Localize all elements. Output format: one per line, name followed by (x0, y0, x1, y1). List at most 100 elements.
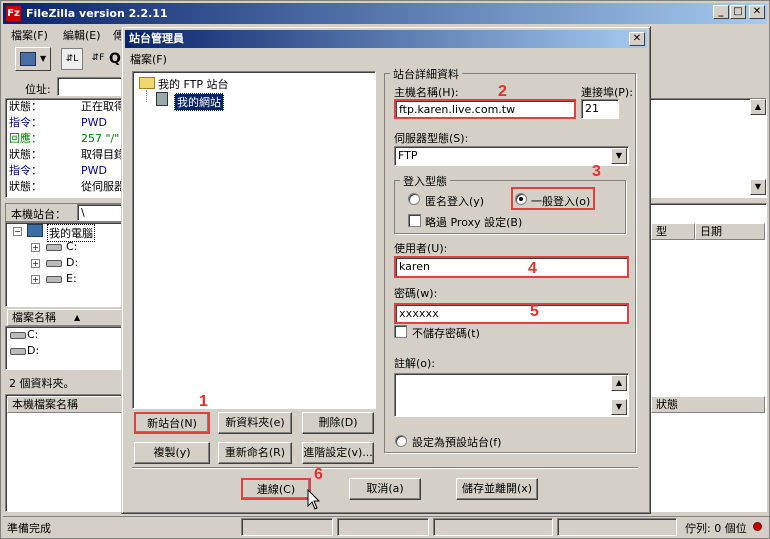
drive-icon (46, 244, 62, 251)
site-manager-dialog: 站台管理員 ✕ 檔案(F) 我的 FTP 站台 我的網站 新站台(N) 新資料夾… (121, 26, 651, 514)
log-scroll-down[interactable]: ▼ (750, 179, 766, 195)
cancel-button[interactable]: 取消(a) (349, 478, 421, 500)
log-row: 指令： PWD (9, 163, 107, 179)
dropdown-arrow-icon: ▼ (40, 54, 47, 63)
file-row[interactable]: C: (27, 328, 38, 341)
file-name-col: 檔案名稱 (12, 311, 56, 324)
queue-status-header[interactable]: 狀態 (651, 396, 765, 413)
connection-indicator-icon (753, 522, 762, 531)
log-row: 指令： PWD (9, 115, 107, 131)
remote-panel-right (649, 203, 767, 512)
log-value: 正在取得 (81, 100, 125, 113)
tree-expand-icon[interactable]: + (31, 243, 40, 252)
bypass-proxy-label[interactable]: 略過 Proxy 設定(B) (425, 214, 522, 230)
local-path-input[interactable]: \ (77, 204, 125, 221)
rename-button[interactable]: 重新命名(R) (218, 442, 292, 464)
anonymous-radio[interactable] (408, 193, 420, 205)
chevron-down-icon[interactable]: ▼ (611, 148, 627, 164)
annotation-6: 6 (314, 466, 323, 483)
new-site-button[interactable]: 新站台(N) (134, 412, 210, 434)
comment-label: 註解(o): (394, 357, 436, 370)
dialog-titlebar: 站台管理員 (125, 30, 647, 48)
comment-scroll-up[interactable]: ▲ (611, 375, 627, 391)
annotation-3: 3 (592, 163, 601, 180)
status-cell-1 (241, 518, 333, 536)
host-label: 主機名稱(H): (394, 86, 459, 99)
copy-button[interactable]: 複製(y) (134, 442, 210, 464)
no-save-password-checkbox[interactable] (394, 325, 407, 338)
normal-login-radio[interactable] (515, 193, 527, 205)
delete-button[interactable]: 刪除(D) (302, 412, 374, 434)
log-value: 257 "/" (81, 132, 120, 145)
tree-collapse-icon[interactable]: − (13, 227, 22, 236)
port-label: 連接埠(P): (581, 86, 633, 99)
server-type-label: 伺服器型態(S): (394, 132, 469, 145)
user-input[interactable]: karen (394, 256, 629, 278)
tree-expand-icon[interactable]: + (31, 275, 40, 284)
new-folder-button[interactable]: 新資料夾(e) (218, 412, 292, 434)
mouse-cursor-icon (307, 489, 321, 510)
log-value: PWD (81, 164, 107, 177)
drive-label[interactable]: D: (66, 256, 78, 269)
log-value: 取得目錄 (81, 148, 125, 161)
tree-line (146, 90, 147, 102)
tree-ftp-root[interactable]: 我的 FTP 站台 (158, 76, 228, 92)
connect-button[interactable]: 連線(C) (241, 478, 311, 500)
save-close-button[interactable]: 儲存並離開(x) (456, 478, 538, 500)
my-computer-icon (27, 224, 43, 237)
toolbar-icon-1[interactable]: ⇵L (61, 48, 83, 70)
drive-label[interactable]: C: (66, 240, 77, 253)
annotation-5: 5 (530, 303, 539, 320)
no-save-password-label[interactable]: 不儲存密碼(t) (412, 325, 480, 341)
annotation-2: 2 (498, 83, 507, 100)
menu-file[interactable]: 檔案(F) (11, 27, 48, 43)
host-input[interactable]: ftp.karen.live.com.tw (394, 99, 576, 119)
advanced-button[interactable]: 進階設定(v)... (302, 442, 374, 464)
password-label: 密碼(w): (394, 287, 438, 300)
tree-expand-icon[interactable]: + (31, 259, 40, 268)
normal-login-label[interactable]: 一般登入(o) (531, 193, 590, 209)
log-row: 狀態： 從伺服器 (9, 179, 125, 195)
comment-scroll-down[interactable]: ▼ (611, 399, 627, 415)
anonymous-label[interactable]: 匿名登入(y) (425, 193, 484, 209)
remote-date-header[interactable]: 日期 (695, 223, 765, 240)
log-row: 狀態： 取得目錄 (9, 147, 125, 163)
default-site-radio[interactable] (395, 435, 407, 447)
queue-count: 佇列: 0 個位 (685, 522, 747, 535)
queue-local-header[interactable]: 本機檔案名稱 (7, 396, 123, 413)
password-input[interactable]: xxxxxx (394, 303, 629, 324)
dialog-close-button[interactable]: ✕ (629, 32, 645, 46)
file-row[interactable]: D: (27, 344, 39, 357)
tree-site-item[interactable]: 我的網站 (174, 93, 224, 111)
status-cell-4 (557, 518, 677, 536)
comment-textarea[interactable]: ▲ ▼ (394, 373, 629, 417)
status-cell-3 (433, 518, 553, 536)
site-manager-toolbar-button[interactable]: ▼ (15, 47, 51, 71)
menu-edit[interactable]: 編輯(E) (63, 27, 101, 43)
default-site-label[interactable]: 設定為預設站台(f) (412, 434, 501, 450)
bypass-proxy-checkbox[interactable] (408, 214, 421, 227)
toolbar-icon-2[interactable]: ⇵F (87, 48, 109, 70)
folder-count: 2 個資料夾。 (9, 377, 75, 390)
address-input[interactable] (57, 77, 125, 96)
log-key: 狀態： (9, 180, 42, 193)
log-scroll-up[interactable]: ▲ (750, 99, 766, 115)
close-window-button[interactable]: ✕ (749, 5, 765, 19)
log-key: 指令： (9, 164, 42, 177)
sort-up-icon: ▲ (74, 313, 81, 322)
address-label: 位址: (25, 83, 51, 96)
minimize-button[interactable]: _ (713, 5, 729, 19)
drive-icon (46, 276, 62, 283)
drive-label[interactable]: E: (66, 272, 77, 285)
remote-type-header[interactable]: 型 (651, 223, 695, 240)
port-input[interactable]: 21 (581, 99, 619, 119)
drive-icon (10, 332, 26, 339)
main-title: FileZilla version 2.2.11 (26, 7, 168, 20)
log-value: PWD (81, 116, 107, 129)
log-key: 狀態： (9, 100, 42, 113)
local-files-header[interactable]: 檔案名稱 ▲ (7, 309, 123, 326)
annotation-4: 4 (528, 260, 537, 277)
log-key: 指令： (9, 116, 42, 129)
dialog-menu-file[interactable]: 檔案(F) (130, 51, 167, 67)
maximize-button[interactable]: □ (730, 5, 746, 19)
